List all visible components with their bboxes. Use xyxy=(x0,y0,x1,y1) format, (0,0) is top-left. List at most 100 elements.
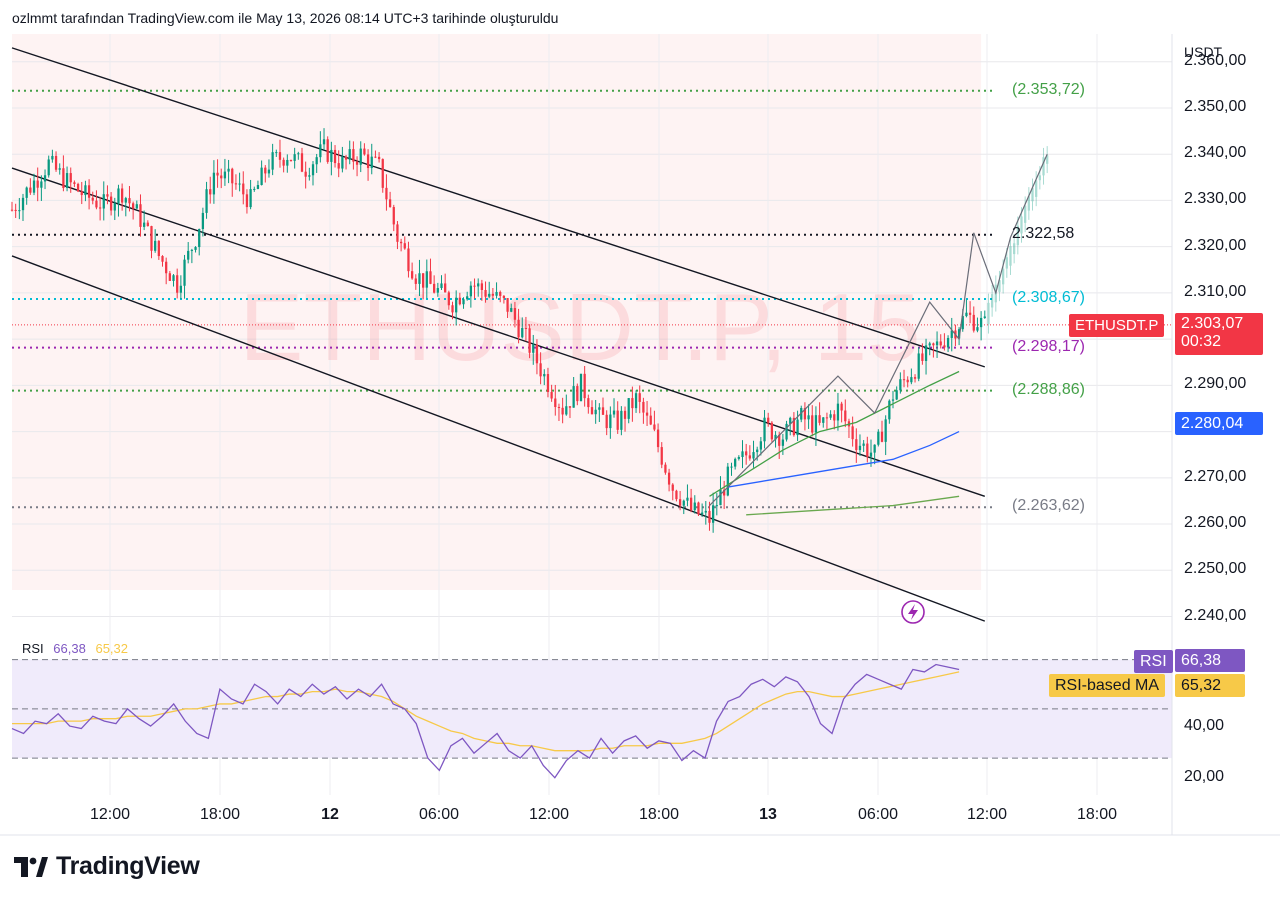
candle-body xyxy=(715,505,718,507)
candle-body xyxy=(700,512,704,515)
candle-body xyxy=(172,275,175,281)
candle-body xyxy=(734,458,737,467)
candle-body xyxy=(979,317,983,328)
rsi-legend-value: 66,38 xyxy=(53,641,86,656)
candle-body xyxy=(352,149,355,162)
candle-body xyxy=(873,444,876,453)
projection-candle xyxy=(1042,147,1045,185)
candle-body xyxy=(770,422,774,440)
candle-body xyxy=(146,222,149,227)
candle-body xyxy=(282,159,285,166)
candle-body xyxy=(477,283,480,287)
rsi-tick: 40,00 xyxy=(1184,717,1225,734)
candle-body xyxy=(190,249,194,251)
candle-body xyxy=(532,344,535,353)
candle-body xyxy=(161,256,164,262)
candle-body xyxy=(128,198,131,204)
brand[interactable]: TradingView xyxy=(14,852,200,881)
candle-body xyxy=(469,285,472,297)
candle-body xyxy=(139,204,142,227)
candle-body xyxy=(667,472,671,485)
candle-body xyxy=(414,278,417,284)
candle-body xyxy=(763,417,766,442)
candle-body xyxy=(341,156,344,169)
candle-body xyxy=(1009,246,1012,266)
candle-body xyxy=(899,379,902,391)
candle-body xyxy=(69,173,72,183)
candle-body xyxy=(194,247,197,250)
candle-body xyxy=(458,297,461,305)
candle-body xyxy=(745,451,748,456)
candle-body xyxy=(36,180,39,188)
candle-body xyxy=(748,455,751,459)
candle-body xyxy=(297,153,300,155)
candle-body xyxy=(704,510,707,513)
candle-body xyxy=(25,187,28,198)
level-label: 2.322,58 xyxy=(1012,224,1075,242)
candle-body xyxy=(76,183,80,192)
candle-body xyxy=(87,185,91,198)
candle-body xyxy=(451,305,454,313)
chart-canvas[interactable]: ETHUSDT.P, 15 xyxy=(0,0,1280,906)
candle-body xyxy=(590,407,594,415)
candle-body xyxy=(1035,180,1038,197)
candle-body xyxy=(54,155,58,170)
candle-body xyxy=(891,399,895,401)
candle-body xyxy=(124,198,127,203)
candle-body xyxy=(62,168,65,188)
candle-body xyxy=(572,386,575,408)
candle-body xyxy=(308,175,311,177)
candle-body xyxy=(928,343,931,346)
candle-body xyxy=(293,154,296,161)
candle-body xyxy=(216,172,219,176)
candle-body xyxy=(209,189,212,195)
candle-body xyxy=(326,139,329,162)
candle-body xyxy=(366,154,370,169)
projection-candle xyxy=(987,293,990,334)
candle-body xyxy=(726,466,729,496)
candle-body xyxy=(95,200,98,208)
time-axis-tick: 12:00 xyxy=(966,806,1008,823)
candle-body xyxy=(756,449,759,453)
candle-body xyxy=(517,319,520,338)
candle-body xyxy=(198,229,201,248)
candle-body xyxy=(568,406,572,408)
candle-body xyxy=(579,373,583,402)
candle-body xyxy=(488,293,491,297)
candle-body xyxy=(565,406,568,415)
candle-body xyxy=(311,164,315,176)
candle-body xyxy=(1038,175,1041,181)
candle-body xyxy=(205,189,208,213)
candle xyxy=(697,501,700,517)
candle-body xyxy=(179,285,182,293)
candle-body xyxy=(410,271,414,279)
candle-body xyxy=(660,447,663,465)
candle-body xyxy=(675,490,678,500)
candle-body xyxy=(176,275,179,293)
level-label: (2.298,17) xyxy=(1012,337,1085,355)
candle-body xyxy=(253,188,256,190)
candle-body xyxy=(678,499,682,506)
candle-body xyxy=(484,290,487,297)
candle-body xyxy=(884,419,887,442)
candle-body xyxy=(392,207,395,225)
candle-body xyxy=(932,343,935,346)
candle-body xyxy=(631,398,634,409)
time-axis-tick: 18:00 xyxy=(1076,806,1118,823)
candle-body xyxy=(866,443,869,457)
level-label: (2.263,62) xyxy=(1012,497,1085,515)
candle-body xyxy=(910,377,913,383)
candle-body xyxy=(609,414,612,429)
candle xyxy=(785,420,788,442)
candle-body xyxy=(502,295,506,299)
price-axis-tick: 2.250,00 xyxy=(1184,560,1247,578)
candle-body xyxy=(983,316,986,318)
candle-body xyxy=(862,443,865,446)
candle-body xyxy=(594,409,597,415)
candle-body xyxy=(117,188,120,204)
candle-body xyxy=(403,243,406,249)
candle-body xyxy=(47,159,50,176)
candle-body xyxy=(157,240,160,257)
candle-body xyxy=(539,363,542,377)
candle-body xyxy=(1002,268,1005,285)
